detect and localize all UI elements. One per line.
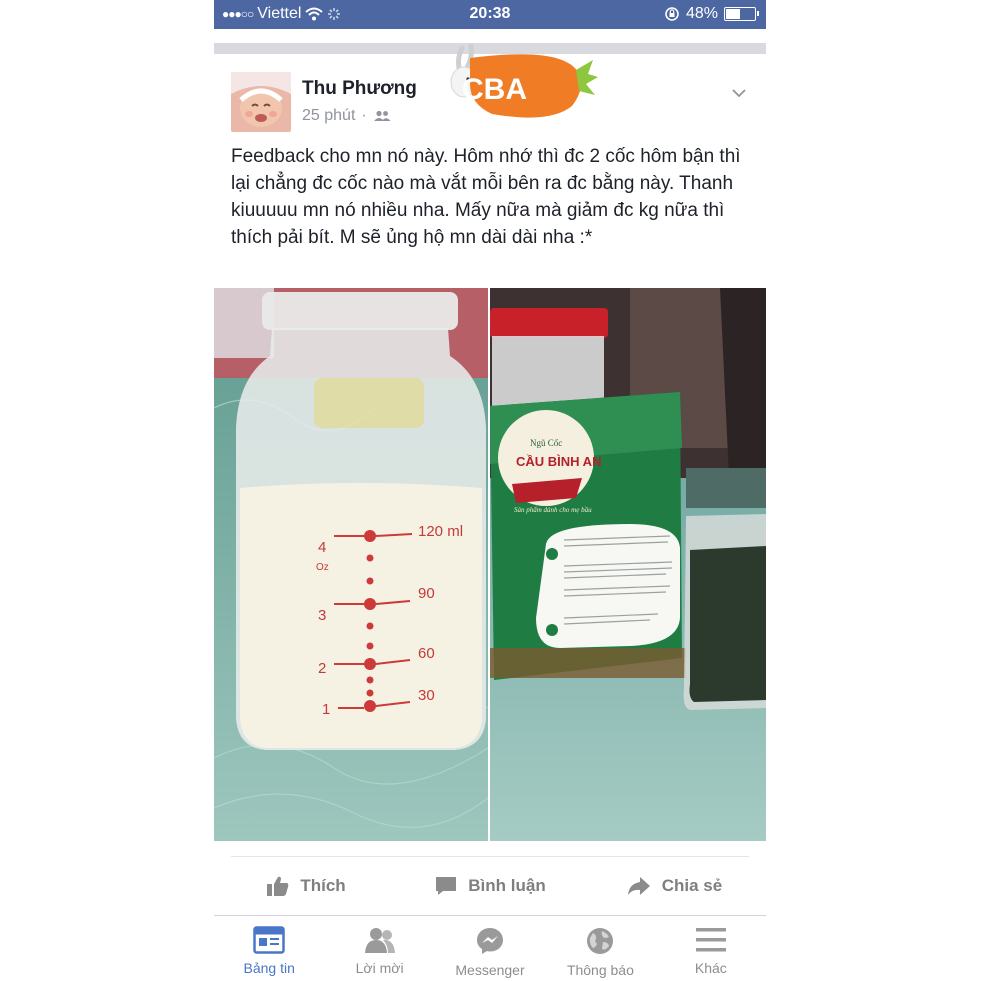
globe-icon	[587, 928, 614, 954]
cba-watermark-text: CBA	[462, 73, 527, 106]
tabbar-divider	[214, 915, 766, 916]
comment-label: Bình luận	[468, 876, 546, 895]
tab-friend-requests-label: Lời mời	[355, 960, 404, 976]
tab-messenger-label: Messenger	[455, 962, 525, 978]
box-tagline: Sản phẩm dành cho mẹ bầu	[514, 506, 592, 514]
orientation-lock-icon	[665, 7, 679, 21]
like-icon	[267, 876, 289, 896]
friends-icon	[373, 110, 391, 121]
share-button[interactable]: Chia sẻ	[582, 862, 766, 910]
tab-notifications-label: Thông báo	[566, 962, 634, 978]
post-actions: Thích Bình luận Chia sẻ	[214, 862, 766, 910]
bottle-oz-3: 3	[318, 607, 326, 624]
like-button[interactable]: Thích	[214, 862, 398, 910]
box-small-title: Ngũ Cốc	[530, 438, 562, 448]
post-meta: 25 phút ·	[302, 107, 391, 125]
meta-separator: ·	[361, 107, 367, 124]
bottle-oz-unit: Oz	[316, 562, 329, 573]
post-text: Feedback cho mn nó này. Hôm nhớ thì đc 2…	[231, 146, 741, 248]
box-brand: CẦU BÌNH AN	[516, 454, 601, 469]
tab-friend-requests[interactable]: Lời mời	[324, 917, 434, 981]
tab-notifications[interactable]: Thông báo	[545, 917, 655, 981]
status-right: 48%	[664, 5, 759, 23]
share-label: Chia sẻ	[661, 876, 723, 895]
friend-requests-icon	[364, 928, 395, 953]
messenger-icon	[477, 928, 504, 954]
like-label: Thích	[300, 876, 346, 895]
bottle-oz-1: 1	[322, 701, 330, 718]
bottom-tab-bar: Bảng tin Lời mời Messenger Thông báo Khá…	[214, 917, 766, 981]
menu-icon	[695, 928, 726, 952]
battery-icon	[724, 7, 759, 21]
news-feed-icon	[253, 926, 285, 954]
status-bar: ●●●○○ Viettel 20:38 48%	[214, 0, 766, 29]
post-author[interactable]: Thu Phương	[302, 78, 417, 100]
tab-messenger[interactable]: Messenger	[435, 917, 545, 981]
post-time[interactable]: 25 phút	[302, 107, 355, 125]
tab-more[interactable]: Khác	[656, 917, 766, 981]
bottle-ml-60: 60	[418, 645, 435, 662]
photo-cereal-box[interactable]: Ngũ Cốc CẦU BÌNH AN Sản phẩm dành cho mẹ…	[490, 288, 766, 841]
bottle-ml-30: 30	[418, 687, 435, 704]
tab-news-feed[interactable]: Bảng tin	[214, 917, 324, 981]
bottle-oz-4: 4	[318, 539, 326, 556]
actions-divider	[231, 856, 749, 857]
tab-news-feed-label: Bảng tin	[243, 960, 295, 976]
facebook-app: ●●●○○ Viettel 20:38 48% Thu Phương 25 ph…	[214, 0, 766, 981]
bottle-oz-2: 2	[318, 660, 326, 677]
photo-milk-bottle[interactable]: 4 Oz 3 2 1 120 ml 90 60 30	[214, 288, 488, 841]
tab-more-label: Khác	[694, 960, 727, 976]
avatar[interactable]	[231, 72, 291, 132]
bottle-ml-120: 120 ml	[418, 523, 463, 540]
battery-percent: 48%	[685, 5, 718, 22]
chevron-down-icon[interactable]	[732, 86, 746, 100]
bottle-ml-90: 90	[418, 585, 435, 602]
comment-icon	[436, 877, 457, 895]
comment-button[interactable]: Bình luận	[398, 862, 582, 910]
share-icon	[627, 877, 650, 895]
